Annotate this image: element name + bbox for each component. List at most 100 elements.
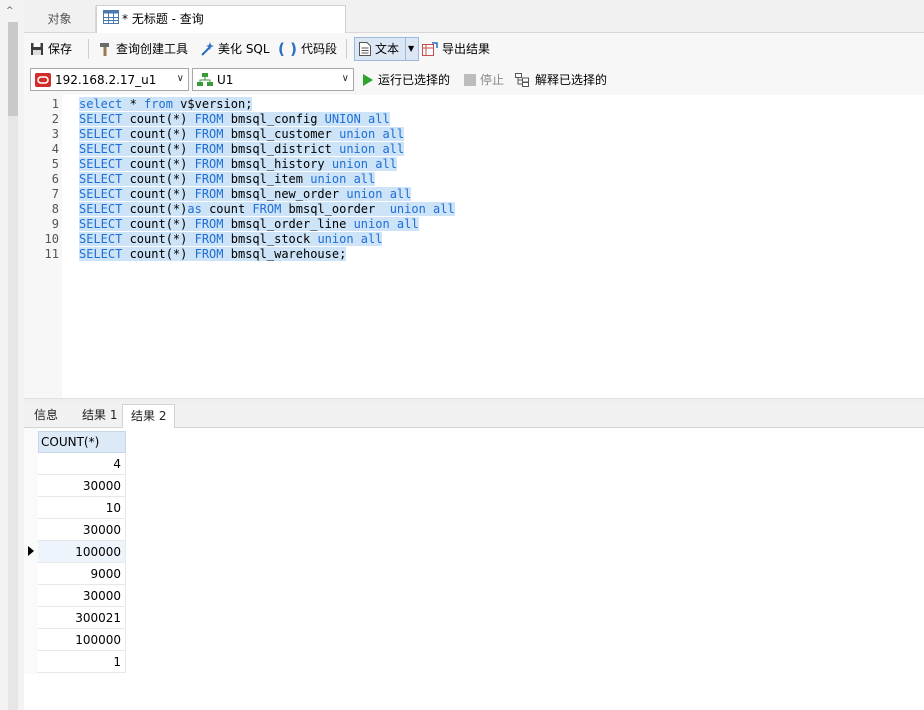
sql-keyword: SELECT: [79, 142, 123, 156]
tab-info[interactable]: 信息: [26, 404, 66, 427]
sql-keyword: union all: [346, 187, 412, 201]
code-line[interactable]: SELECT count(*) FROM bmsql_district unio…: [79, 142, 405, 157]
vertical-scrollbar[interactable]: ^: [0, 0, 24, 710]
sql-text: count(*): [122, 172, 195, 186]
sql-text: count(*): [122, 232, 195, 246]
column-header-count[interactable]: COUNT(*): [38, 431, 126, 453]
line-number: 8: [51, 202, 59, 216]
stop-label: 停止: [480, 73, 505, 87]
sql-text: count(*): [122, 127, 195, 141]
connection-value: 192.168.2.17_u1: [55, 72, 157, 87]
sql-keyword: FROM: [194, 112, 224, 126]
selected-code: SELECT count(*) FROM bmsql_new_order uni…: [79, 187, 412, 201]
sql-keyword: SELECT: [79, 247, 123, 261]
code-line[interactable]: SELECT count(*) FROM bmsql_config UNION …: [79, 112, 390, 127]
grid-cell[interactable]: 4: [38, 453, 126, 475]
grid-cell[interactable]: 30000: [38, 519, 126, 541]
sql-keyword: FROM: [194, 232, 224, 246]
tab-objects[interactable]: 对象: [24, 6, 96, 32]
schema-select[interactable]: U1 ∨: [192, 68, 354, 91]
text-output-label: 文本: [375, 42, 400, 56]
sql-text: bmsql_stock: [223, 232, 318, 246]
grid-cell[interactable]: 100000: [38, 629, 126, 651]
save-button[interactable]: 保存: [30, 37, 72, 61]
sql-keyword: UNION all: [324, 112, 390, 126]
selected-code: SELECT count(*) FROM bmsql_stock union a…: [79, 232, 383, 246]
explain-selected-button[interactable]: 解释已选择的: [515, 68, 607, 91]
line-number: 11: [44, 247, 59, 261]
sql-keyword: SELECT: [79, 232, 123, 246]
stop-icon: [464, 73, 476, 86]
sql-keyword: select: [79, 97, 123, 111]
sql-keyword: union all: [317, 232, 383, 246]
result-tabs: 信息 结果 1 结果 2: [24, 402, 924, 429]
run-selected-button[interactable]: 运行已选择的: [362, 68, 450, 91]
sql-keyword: union all: [389, 202, 455, 216]
scrollbar-thumb[interactable]: [8, 22, 18, 116]
grid-cell[interactable]: 9000: [38, 563, 126, 585]
code-line[interactable]: SELECT count(*)as count FROM bmsql_oorde…: [79, 202, 455, 217]
tab-query[interactable]: * 无标题 - 查询: [96, 5, 346, 33]
code-line[interactable]: SELECT count(*) FROM bmsql_new_order uni…: [79, 187, 412, 202]
selected-code: SELECT count(*) FROM bmsql_warehouse;: [79, 247, 347, 261]
stop-button[interactable]: 停止: [464, 68, 504, 91]
tab-bar: 对象 * 无标题 - 查询: [24, 0, 924, 33]
schema-value: U1: [217, 72, 234, 87]
hammer-icon: [100, 43, 109, 56]
beautify-sql-button[interactable]: 美化 SQL: [200, 37, 270, 61]
code-line[interactable]: SELECT count(*) FROM bmsql_history union…: [79, 157, 397, 172]
scrollbar-track[interactable]: [8, 116, 18, 710]
code-line[interactable]: SELECT count(*) FROM bmsql_order_line un…: [79, 217, 419, 232]
text-output-button[interactable]: 文本 ▼: [354, 37, 420, 61]
sql-keyword: as: [187, 202, 202, 216]
sql-keyword: FROM: [194, 247, 224, 261]
sql-keyword: FROM: [194, 217, 224, 231]
sql-keyword: union all: [353, 217, 419, 231]
export-results-button[interactable]: 导出结果: [422, 37, 490, 61]
sql-text: count(*): [122, 202, 188, 216]
sql-text: bmsql_order_line: [223, 217, 354, 231]
export-results-label: 导出结果: [442, 42, 491, 56]
code-line[interactable]: SELECT count(*) FROM bmsql_stock union a…: [79, 232, 383, 247]
grid-cell[interactable]: 30000: [38, 585, 126, 607]
query-builder-button[interactable]: 查询创建工具: [98, 37, 188, 61]
dropdown-arrow-icon[interactable]: ▼: [405, 37, 414, 61]
toolbar: 保存 查询创建工具 美化 SQL ( ) 代码段 文本 ▼ 导出结果: [24, 33, 924, 65]
line-number: 4: [51, 142, 59, 156]
sql-editor[interactable]: 1 2 3 4 5 6 7 8 9 10 11 select * from v$version; SE…: [24, 95, 924, 398]
tab-result-1[interactable]: 结果 1: [74, 404, 125, 427]
grid-cell[interactable]: 300021: [38, 607, 126, 629]
sql-keyword: SELECT: [79, 172, 123, 186]
sql-text: bmsql_history: [223, 157, 332, 171]
code-line[interactable]: SELECT count(*) FROM bmsql_item union al…: [79, 172, 376, 187]
code-line[interactable]: SELECT count(*) FROM bmsql_customer unio…: [79, 127, 405, 142]
connection-select[interactable]: 192.168.2.17_u1 ∨: [30, 68, 189, 91]
code-line[interactable]: select * from v$version;: [79, 97, 253, 112]
selected-code: SELECT count(*) FROM bmsql_config UNION …: [79, 112, 390, 126]
sql-keyword: union all: [339, 142, 405, 156]
run-selected-label: 运行已选择的: [378, 73, 451, 87]
sql-keyword: FROM: [252, 202, 282, 216]
sql-keyword: FROM: [194, 187, 224, 201]
grid-cell[interactable]: 100000: [38, 541, 126, 563]
line-number: 7: [51, 187, 59, 201]
tab-query-label: * 无标题 - 查询: [122, 12, 204, 26]
code-line[interactable]: SELECT count(*) FROM bmsql_warehouse;: [79, 247, 347, 262]
grid-cell[interactable]: 1: [38, 651, 126, 673]
code-snippet-button[interactable]: ( ) 代码段: [278, 37, 337, 61]
oracle-icon: [35, 72, 51, 87]
grid-cell[interactable]: 10: [38, 497, 126, 519]
result-grid[interactable]: COUNT(*) 4 30000 10 30000 100000 9000 30000 300…: [24, 428, 924, 710]
explain-selected-label: 解释已选择的: [535, 73, 608, 87]
selected-code: SELECT count(*) FROM bmsql_district unio…: [79, 142, 405, 156]
line-number: 5: [51, 157, 59, 171]
line-number: 10: [44, 232, 59, 246]
grid-cell[interactable]: 30000: [38, 475, 126, 497]
export-table-icon: [422, 42, 438, 56]
selected-code: select * from v$version;: [79, 97, 253, 111]
scroll-up-icon[interactable]: ^: [6, 6, 14, 16]
sql-keyword: SELECT: [79, 112, 123, 126]
line-number: 6: [51, 172, 59, 186]
connection-bar: 192.168.2.17_u1 ∨ U1 ∨ 运行已选择的 停止 解释已选择的: [24, 65, 924, 95]
tab-result-2[interactable]: 结果 2: [122, 404, 176, 429]
